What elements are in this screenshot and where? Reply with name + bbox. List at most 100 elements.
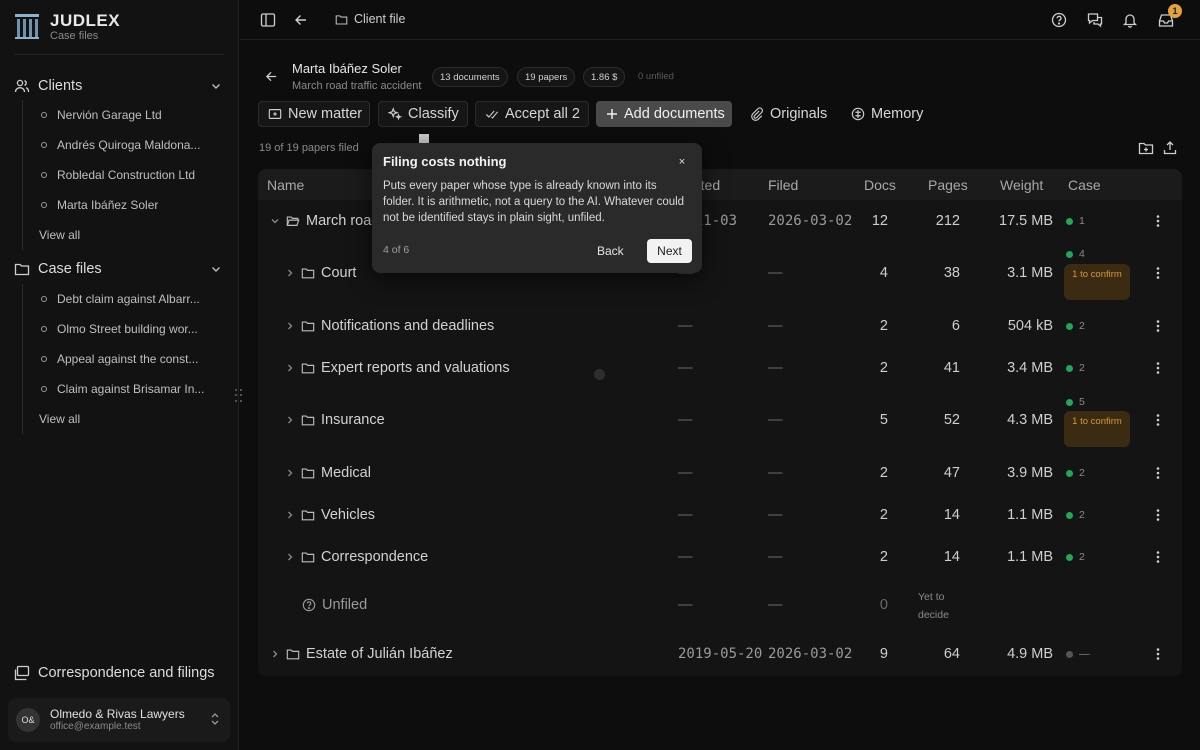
folder-name-cell[interactable]: Medical [285,465,371,481]
cursor-indicator [594,369,605,380]
back-button[interactable] [291,10,311,30]
row-more-menu-icon[interactable] [1152,507,1164,523]
chevron-down-icon[interactable] [210,263,222,275]
chevron-down-icon[interactable] [270,216,280,226]
to-confirm-badge[interactable]: 1 to confirm [1064,411,1130,447]
folder-name-cell[interactable]: Insurance [285,412,385,428]
column-header-weight[interactable]: Weight [1000,177,1043,193]
memory-button[interactable]: Memory [841,101,933,127]
pages-cell: 212 [935,213,960,229]
chevron-right-icon[interactable] [285,552,295,562]
casefiles-view-all-link[interactable]: View all [39,412,80,426]
table-row[interactable]: Medical — — 2 47 3.9 MB 2 [258,451,1182,493]
folder-name-cell[interactable]: March road [270,213,379,229]
chevron-right-icon[interactable] [285,268,295,278]
sidebar-client-item[interactable]: Nervión Garage Ltd [41,105,222,125]
row-more-menu-icon[interactable] [1152,465,1164,481]
sidebar-client-item[interactable]: Marta Ibáñez Soler [41,195,222,215]
popover-step-counter: 4 of 6 [383,244,410,256]
close-icon[interactable]: × [676,156,688,168]
weight-cell: 4.9 MB [1007,646,1053,662]
status-dot [1066,650,1073,658]
to-confirm-badge[interactable]: 1 to confirm [1064,264,1130,300]
sidebar-client-label: Robledal Construction Ltd [57,168,196,182]
column-header-name[interactable]: Name [267,177,304,193]
table-row[interactable]: Vehicles — — 2 14 1.1 MB 2 [258,493,1182,535]
topbar: Client file 1 [240,0,1200,40]
chevron-right-icon[interactable] [285,321,295,331]
sidebar-casefile-item[interactable]: Claim against Brisamar In... [41,379,222,399]
row-more-menu-icon[interactable] [1152,360,1164,376]
casefiles-group-header[interactable]: Case files [14,258,224,280]
client-back-arrow-icon[interactable] [265,70,278,83]
folder-name-cell[interactable]: Estate of Julián Ibáñez [270,646,453,662]
chevron-right-icon[interactable] [285,363,295,373]
help-button[interactable] [1049,10,1069,30]
chevron-right-icon[interactable] [285,510,295,520]
table-row[interactable]: Estate of Julián Ibáñez 2019-05-20 2026-… [258,633,1182,675]
chevron-right-icon[interactable] [285,415,295,425]
folder-icon [301,508,315,522]
sidebar-casefile-item[interactable]: Olmo Street building wor... [41,319,222,339]
column-header-case[interactable]: Case [1068,177,1101,193]
filed-cell: — [768,360,783,376]
popover-back-button[interactable]: Back [597,239,624,263]
folder-name-cell[interactable]: Unfiled [302,597,367,613]
folder-name-cell[interactable]: Court [285,265,356,281]
breadcrumb[interactable]: Client file [335,12,405,26]
filed-cell: 2026-03-02 [768,213,853,229]
add-documents-button[interactable]: Add documents [596,101,732,127]
account-switcher[interactable]: O& Olmedo & Rivas Lawyers office@example… [8,698,230,742]
pages-cell: 47 [943,465,960,481]
messages-button[interactable] [1085,10,1105,30]
sidebar-casefile-item[interactable]: Debt claim against Albarr... [41,289,222,309]
column-header-filed[interactable]: Filed [768,177,798,193]
folder-icon [14,261,30,277]
chevron-right-icon[interactable] [285,468,295,478]
table-row[interactable]: Correspondence — — 2 14 1.1 MB 2 [258,535,1182,577]
row-more-menu-icon[interactable] [1152,646,1164,662]
case-status: 2 [1066,362,1085,374]
new-matter-button[interactable]: New matter [258,101,370,127]
table-row[interactable]: Insurance — — 5 52 4.3 MB 5 1 to confirm [258,388,1182,450]
table-row[interactable]: Notifications and deadlines — — 2 6 504 … [258,304,1182,346]
clients-view-all-link[interactable]: View all [39,228,80,242]
folder-name-cell[interactable]: Notifications and deadlines [285,318,494,334]
double-check-icon [485,107,499,121]
chevron-down-icon[interactable] [210,80,222,92]
brand-subtitle: Case files [50,30,99,42]
row-more-menu-icon[interactable] [1152,549,1164,565]
row-more-menu-icon[interactable] [1152,318,1164,334]
folder-name-cell[interactable]: Expert reports and valuations [285,360,510,376]
chevron-right-icon[interactable] [270,649,280,659]
row-more-menu-icon[interactable] [1152,412,1164,428]
folder-name-cell[interactable]: Vehicles [285,507,375,523]
row-more-menu-icon[interactable] [1152,213,1164,229]
bullet-icon [41,326,47,332]
new-folder-icon[interactable] [1138,140,1154,156]
column-header-docs[interactable]: Docs [864,177,896,193]
folder-name-cell[interactable]: Correspondence [285,549,428,565]
export-upload-icon[interactable] [1162,140,1178,156]
correspondence-filings-link[interactable]: Correspondence and filings [14,665,215,681]
status-dot [1066,469,1073,477]
accept-all-button[interactable]: Accept all 2 [475,101,589,127]
classify-button[interactable]: Classify [378,101,468,127]
popover-next-button[interactable]: Next [647,239,692,263]
brand[interactable]: JUDLEX Case files [14,11,120,42]
table-row[interactable]: Expert reports and valuations — — 2 41 3… [258,346,1182,388]
row-more-menu-icon[interactable] [1152,265,1164,281]
toggle-sidebar-button[interactable] [258,10,278,30]
inbox-button[interactable]: 1 [1156,4,1182,30]
sidebar-resize-handle[interactable] [235,389,243,403]
sidebar-client-item[interactable]: Andrés Quiroga Maldona... [41,135,222,155]
column-header-pages[interactable]: Pages [928,177,968,193]
notifications-bell-button[interactable] [1120,10,1140,30]
originals-button[interactable]: Originals [740,101,837,127]
folder-label: Correspondence [321,549,429,565]
pages-cell: 38 [943,265,960,281]
sidebar-casefile-item[interactable]: Appeal against the const... [41,349,222,369]
clients-group-header[interactable]: Clients [14,75,224,97]
sidebar-client-item[interactable]: Robledal Construction Ltd [41,165,222,185]
table-row[interactable]: Unfiled — — 0 Yet to decide [258,577,1182,633]
